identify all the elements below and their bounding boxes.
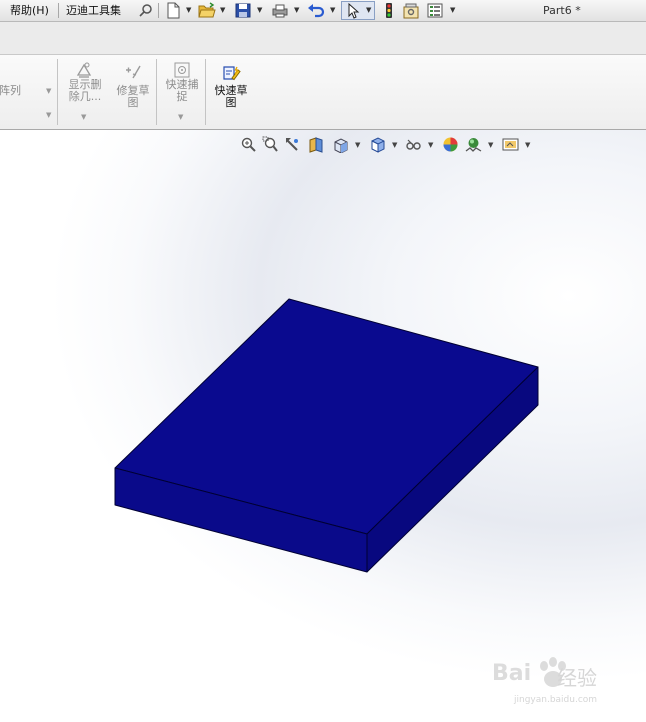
watermark-url: jingyan.baidu.com <box>514 695 598 705</box>
svg-text:Bai: Bai <box>492 661 531 686</box>
part-model[interactable] <box>0 0 646 722</box>
watermark-text: 经验 <box>557 666 597 690</box>
